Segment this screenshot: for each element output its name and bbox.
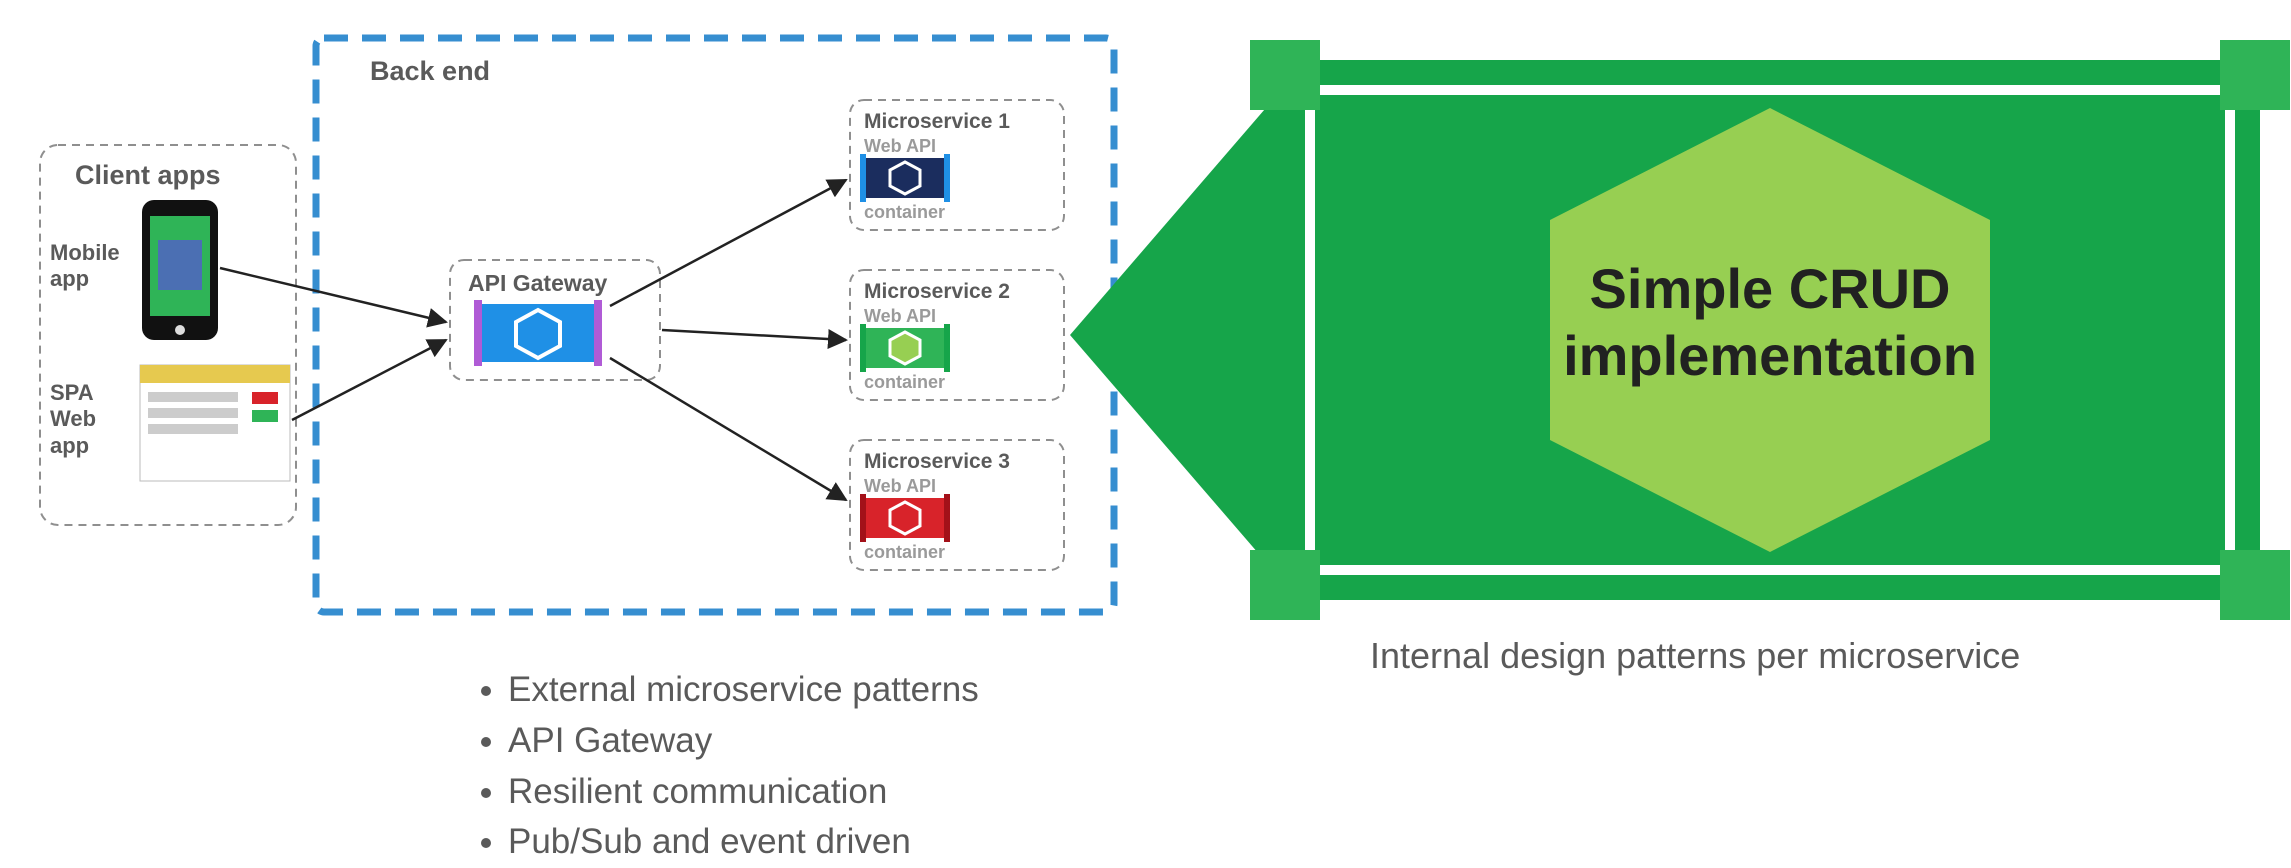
bullet-3: Resilient communication — [508, 767, 979, 818]
mobile-app-icon — [142, 200, 218, 340]
arrow-gw-ms2 — [662, 330, 846, 340]
arrow-mobile-gateway — [220, 268, 446, 322]
bullet-list: External microservice patterns API Gatew… — [432, 665, 979, 868]
crud-title: Simple CRUD implementation — [1560, 255, 1980, 389]
ms1-icon — [860, 154, 950, 202]
client-apps-title: Client apps — [75, 160, 221, 191]
mobile-app-label: Mobile app — [50, 240, 130, 293]
diagram-canvas — [0, 0, 2291, 839]
bullet-4: Pub/Sub and event driven — [508, 817, 979, 868]
arrow-gw-ms3 — [610, 358, 846, 500]
ms3-icon — [860, 494, 950, 542]
spa-app-icon — [140, 365, 290, 481]
callout-caption: Internal design patterns per microservic… — [1370, 635, 2020, 677]
bullet-1: External microservice patterns — [508, 665, 979, 716]
crud-line2: implementation — [1563, 324, 1977, 387]
arrow-gw-ms1 — [610, 180, 846, 306]
spa-app-label: SPA Web app — [50, 380, 120, 459]
ms2-title: Microservice 2 — [864, 280, 1010, 304]
bullet-2: API Gateway — [508, 716, 979, 767]
api-gateway-label: API Gateway — [468, 270, 607, 297]
backend-title: Back end — [370, 56, 490, 87]
ms3-title: Microservice 3 — [864, 450, 1010, 474]
ms3-api: Web API — [864, 476, 936, 497]
ms2-container: container — [864, 372, 945, 393]
crud-line1: Simple CRUD — [1590, 257, 1951, 320]
ms2-icon — [860, 324, 950, 372]
ms2-api: Web API — [864, 306, 936, 327]
api-gateway-icon — [474, 300, 602, 366]
ms1-title: Microservice 1 — [864, 110, 1010, 134]
ms1-container: container — [864, 202, 945, 223]
ms3-container: container — [864, 542, 945, 563]
ms1-api: Web API — [864, 136, 936, 157]
callout-arrowhead — [1070, 80, 1290, 590]
